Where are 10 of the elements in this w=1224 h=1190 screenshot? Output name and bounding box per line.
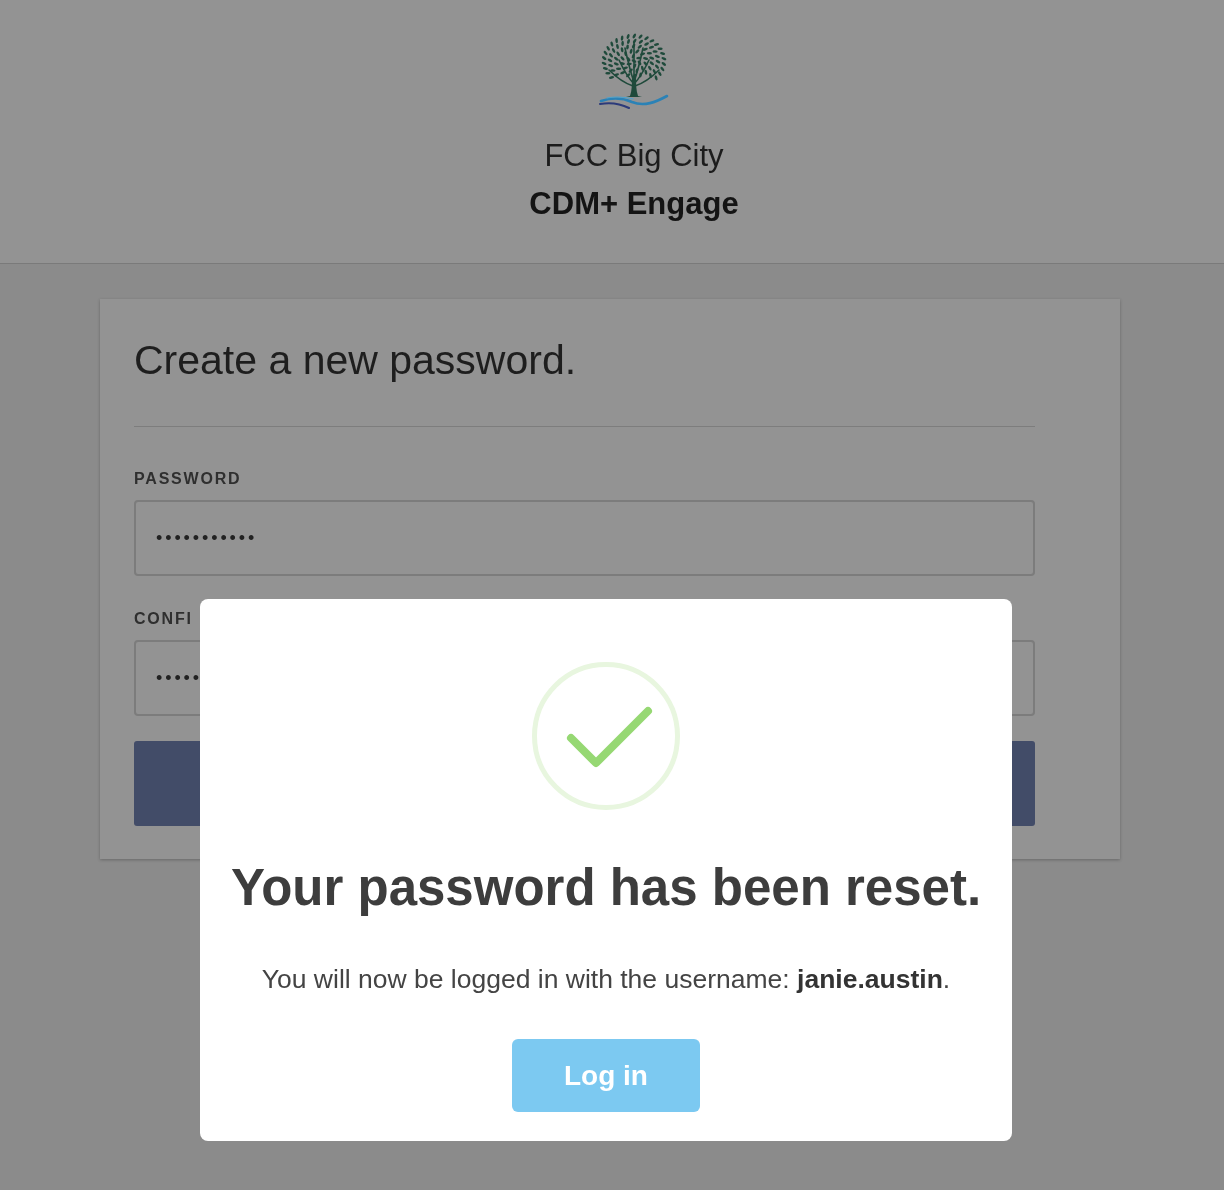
tree-logo-icon [599, 32, 669, 110]
dialog-message: You will now be logged in with the username: janie.austin. [261, 963, 951, 995]
field-label: PASSWORD [134, 469, 242, 489]
field-label: CONFI [134, 609, 193, 629]
dialog-title: Your password has been reset. [230, 859, 982, 917]
password-field[interactable]: ••••••••••• [134, 500, 1035, 576]
organization-name: FCC Big City [544, 137, 724, 175]
form-title: Create a new password. [134, 336, 577, 384]
check-circle-icon [532, 662, 680, 810]
product-name: CDM+ Engage [529, 185, 739, 223]
